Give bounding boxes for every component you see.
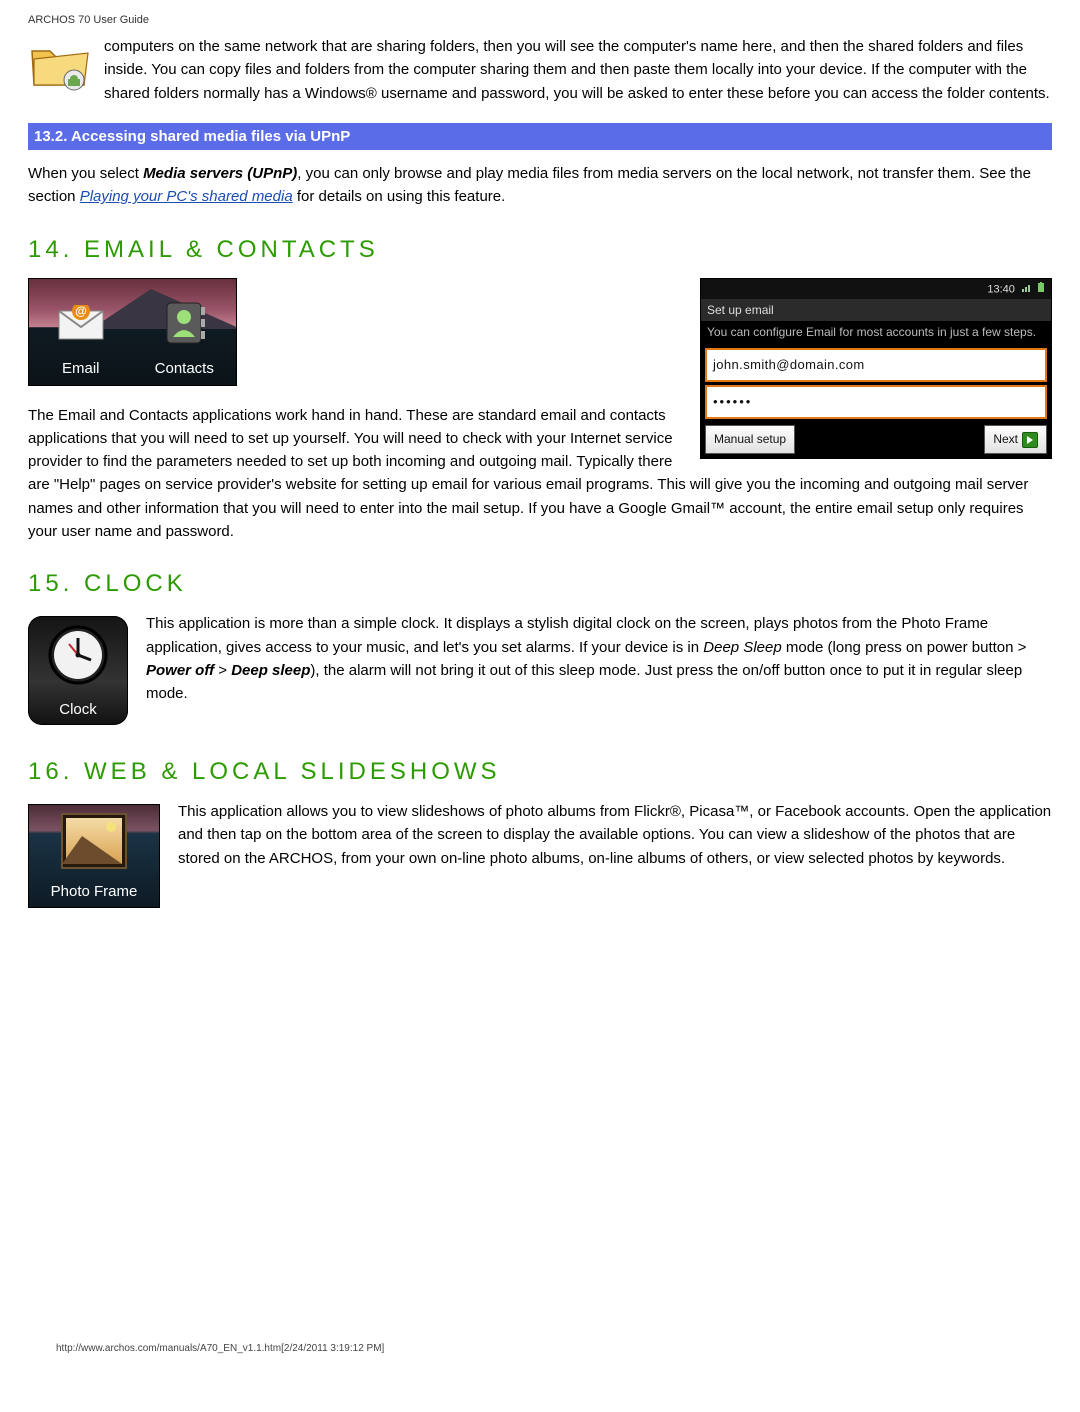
android-instruction-text: You can configure Email for most account… [701, 321, 1051, 345]
section-14-heading: 14. EMAIL & CONTACTS [28, 231, 1052, 268]
android-screen-title: Set up email [701, 299, 1051, 322]
status-time: 13:40 [987, 283, 1015, 295]
email-contacts-thumbnail: @ Email Contacts [28, 278, 237, 386]
document-footer: http://www.archos.com/manuals/A70_EN_v1.… [56, 1341, 384, 1357]
photo-frame-icon [63, 815, 125, 867]
next-arrow-icon [1022, 432, 1038, 448]
playing-shared-media-link[interactable]: Playing your PC's shared media [80, 188, 293, 205]
text: When you select [28, 165, 143, 182]
clock-paragraph: This application is more than a simple c… [28, 612, 1052, 731]
clock-icon [47, 624, 109, 686]
contact-book-icon [161, 301, 207, 347]
email-setup-screenshot: 13:40 Set up email You can configure Ema… [700, 278, 1052, 459]
document-header: ARCHOS 70 User Guide [28, 12, 1052, 29]
battery-icon [1037, 281, 1045, 298]
email-label: Email [29, 357, 133, 380]
password-field[interactable]: •••••• [705, 385, 1047, 419]
signal-icon [1022, 281, 1032, 298]
email-address-field[interactable]: john.smith@domain.com [705, 348, 1047, 382]
text: for details on using this feature. [293, 188, 506, 205]
manual-setup-button[interactable]: Manual setup [705, 425, 795, 454]
contacts-app-cell: Contacts [133, 293, 237, 385]
slideshow-paragraph: This application allows you to view slid… [28, 800, 1052, 914]
svg-text:@: @ [75, 305, 87, 318]
media-servers-term: Media servers (UPnP) [143, 165, 297, 182]
photo-frame-thumbnail: Photo Frame [28, 804, 160, 908]
section-15-heading: 15. CLOCK [28, 565, 1052, 602]
clock-label: Clock [28, 698, 128, 721]
section-13-2-heading: 13.2. Accessing shared media files via U… [28, 123, 1052, 150]
envelope-icon: @ [57, 305, 105, 341]
upnp-paragraph: When you select Media servers (UPnP), yo… [28, 162, 1052, 209]
section-16-heading: 16. WEB & LOCAL SLIDESHOWS [28, 753, 1052, 790]
contacts-label: Contacts [133, 357, 237, 380]
next-button[interactable]: Next [984, 425, 1047, 454]
clock-thumbnail: Clock [28, 616, 128, 725]
android-status-bar: 13:40 [701, 279, 1051, 299]
shared-folder-icon [28, 33, 92, 93]
photo-frame-label: Photo Frame [29, 880, 159, 903]
intro-paragraph: computers on the same network that are s… [28, 35, 1052, 105]
email-app-cell: @ Email [29, 293, 133, 385]
